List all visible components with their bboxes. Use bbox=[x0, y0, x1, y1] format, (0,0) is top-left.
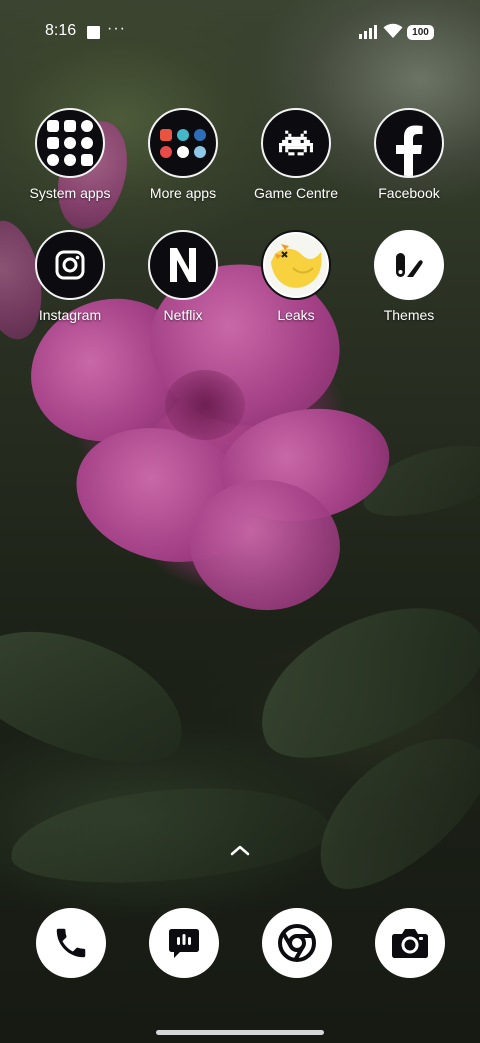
app-more-apps[interactable]: More apps bbox=[128, 108, 238, 201]
clock: 8:16 bbox=[45, 22, 77, 39]
chevron-up-icon[interactable] bbox=[228, 842, 252, 858]
app-facebook[interactable]: Facebook bbox=[354, 108, 464, 201]
home-gesture-bar[interactable] bbox=[156, 1030, 324, 1035]
dock-messages[interactable] bbox=[149, 908, 219, 978]
app-label: Facebook bbox=[378, 185, 440, 201]
app-label: Instagram bbox=[38, 307, 102, 323]
instagram-camera-icon bbox=[35, 230, 105, 300]
app-label: System apps bbox=[29, 185, 111, 201]
yellow-bird-icon bbox=[261, 230, 331, 300]
app-label: More apps bbox=[149, 185, 217, 201]
app-leaks[interactable]: Leaks bbox=[241, 230, 351, 323]
space-invader-icon bbox=[261, 108, 331, 178]
app-game-centre[interactable]: Game Centre bbox=[241, 108, 351, 201]
phone-icon bbox=[56, 928, 86, 958]
dock-phone[interactable] bbox=[36, 908, 106, 978]
app-label: Netflix bbox=[163, 307, 203, 323]
home-screen: 8:16 ··· 100 System apps More apps Game … bbox=[0, 0, 480, 1043]
dock-camera[interactable] bbox=[375, 908, 445, 978]
dock-chrome[interactable] bbox=[262, 908, 332, 978]
app-system-apps[interactable]: System apps bbox=[15, 108, 125, 201]
app-label: Game Centre bbox=[253, 185, 339, 201]
more-dots-icon: ··· bbox=[107, 20, 126, 37]
status-bar: 8:16 ··· 100 bbox=[0, 0, 480, 64]
camera-icon bbox=[392, 929, 428, 958]
folder-icon bbox=[148, 108, 218, 178]
notification-square-icon bbox=[87, 26, 100, 39]
themes-icon bbox=[374, 230, 444, 300]
app-themes[interactable]: Themes bbox=[354, 230, 464, 323]
netflix-n-icon bbox=[148, 230, 218, 300]
app-netflix[interactable]: Netflix bbox=[128, 230, 238, 323]
message-icon bbox=[169, 929, 199, 958]
app-label: Leaks bbox=[277, 307, 315, 323]
chrome-icon bbox=[278, 924, 316, 962]
facebook-f-icon bbox=[374, 108, 444, 178]
app-label: Themes bbox=[383, 307, 435, 323]
wifi-icon bbox=[383, 23, 403, 38]
battery-icon: 100 bbox=[407, 25, 434, 40]
signal-icon bbox=[359, 25, 377, 39]
folder-icon bbox=[35, 108, 105, 178]
app-instagram[interactable]: Instagram bbox=[15, 230, 125, 323]
